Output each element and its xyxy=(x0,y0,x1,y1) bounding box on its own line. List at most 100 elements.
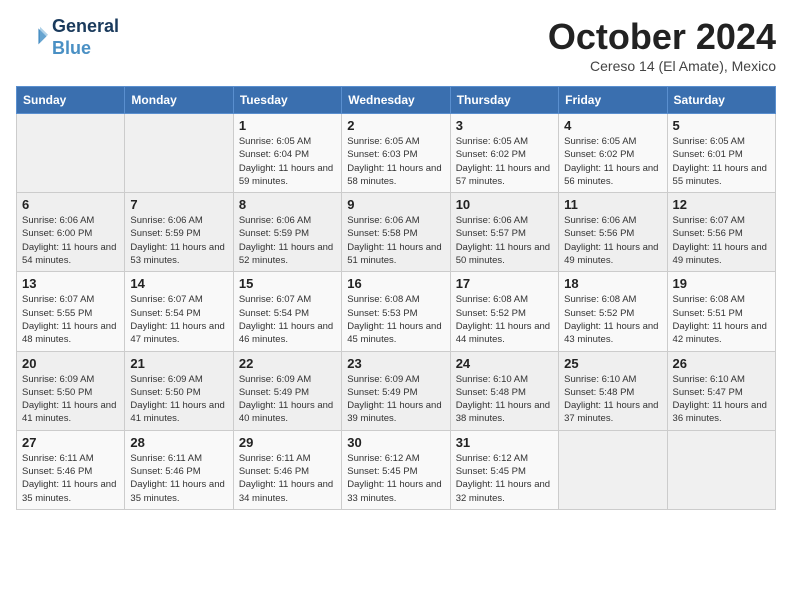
day-number: 5 xyxy=(673,118,770,133)
weekday-header: Friday xyxy=(559,87,667,114)
logo: General Blue xyxy=(16,16,119,59)
weekday-header: Tuesday xyxy=(233,87,341,114)
day-number: 12 xyxy=(673,197,770,212)
day-number: 15 xyxy=(239,276,336,291)
calendar-cell: 15 Sunrise: 6:07 AM Sunset: 5:54 PM Dayli… xyxy=(233,272,341,351)
calendar-cell: 8 Sunrise: 6:06 AM Sunset: 5:59 PM Daylig… xyxy=(233,193,341,272)
calendar-cell: 10 Sunrise: 6:06 AM Sunset: 5:57 PM Dayli… xyxy=(450,193,558,272)
day-info: Sunrise: 6:05 AM Sunset: 6:01 PM Dayligh… xyxy=(673,135,770,188)
day-info: Sunrise: 6:07 AM Sunset: 5:55 PM Dayligh… xyxy=(22,293,119,346)
weekday-header: Saturday xyxy=(667,87,775,114)
calendar-table: SundayMondayTuesdayWednesdayThursdayFrid… xyxy=(16,86,776,510)
calendar-week-row: 6 Sunrise: 6:06 AM Sunset: 6:00 PM Daylig… xyxy=(17,193,776,272)
day-info: Sunrise: 6:06 AM Sunset: 5:59 PM Dayligh… xyxy=(239,214,336,267)
calendar-cell: 5 Sunrise: 6:05 AM Sunset: 6:01 PM Daylig… xyxy=(667,114,775,193)
day-number: 11 xyxy=(564,197,661,212)
calendar-week-row: 27Sunrise: 6:11 AM Sunset: 5:46 PM Dayli… xyxy=(17,430,776,509)
calendar-cell: 7 Sunrise: 6:06 AM Sunset: 5:59 PM Daylig… xyxy=(125,193,233,272)
logo-icon xyxy=(16,22,48,54)
day-number: 18 xyxy=(564,276,661,291)
day-number: 31 xyxy=(456,435,553,450)
day-number: 1 xyxy=(239,118,336,133)
calendar-cell: 25 Sunrise: 6:10 AM Sunset: 5:48 PM Dayli… xyxy=(559,351,667,430)
day-info: Sunrise: 6:10 AM Sunset: 5:47 PM Dayligh… xyxy=(673,373,770,426)
day-info: Sunrise: 6:06 AM Sunset: 5:56 PM Dayligh… xyxy=(564,214,661,267)
day-info: Sunrise: 6:11 AM Sunset: 5:46 PM Dayligh… xyxy=(239,452,336,505)
day-info: Sunrise: 6:07 AM Sunset: 5:56 PM Dayligh… xyxy=(673,214,770,267)
calendar-cell: 11 Sunrise: 6:06 AM Sunset: 5:56 PM Dayli… xyxy=(559,193,667,272)
calendar-cell: 3 Sunrise: 6:05 AM Sunset: 6:02 PM Daylig… xyxy=(450,114,558,193)
day-info: Sunrise: 6:12 AM Sunset: 5:45 PM Dayligh… xyxy=(456,452,553,505)
day-number: 13 xyxy=(22,276,119,291)
calendar-cell: 28Sunrise: 6:11 AM Sunset: 5:46 PM Dayli… xyxy=(125,430,233,509)
day-info: Sunrise: 6:05 AM Sunset: 6:04 PM Dayligh… xyxy=(239,135,336,188)
calendar-cell: 26 Sunrise: 6:10 AM Sunset: 5:47 PM Dayli… xyxy=(667,351,775,430)
calendar-week-row: 13 Sunrise: 6:07 AM Sunset: 5:55 PM Dayli… xyxy=(17,272,776,351)
day-number: 20 xyxy=(22,356,119,371)
day-info: Sunrise: 6:06 AM Sunset: 5:59 PM Dayligh… xyxy=(130,214,227,267)
day-info: Sunrise: 6:11 AM Sunset: 5:46 PM Dayligh… xyxy=(130,452,227,505)
calendar-week-row: 1 Sunrise: 6:05 AM Sunset: 6:04 PM Daylig… xyxy=(17,114,776,193)
weekday-header: Sunday xyxy=(17,87,125,114)
day-info: Sunrise: 6:06 AM Sunset: 6:00 PM Dayligh… xyxy=(22,214,119,267)
day-info: Sunrise: 6:10 AM Sunset: 5:48 PM Dayligh… xyxy=(456,373,553,426)
weekday-header: Monday xyxy=(125,87,233,114)
day-info: Sunrise: 6:05 AM Sunset: 6:02 PM Dayligh… xyxy=(564,135,661,188)
day-info: Sunrise: 6:09 AM Sunset: 5:50 PM Dayligh… xyxy=(22,373,119,426)
calendar-cell xyxy=(667,430,775,509)
calendar-cell: 16 Sunrise: 6:08 AM Sunset: 5:53 PM Dayli… xyxy=(342,272,450,351)
day-number: 25 xyxy=(564,356,661,371)
day-number: 16 xyxy=(347,276,444,291)
day-number: 29 xyxy=(239,435,336,450)
day-number: 23 xyxy=(347,356,444,371)
day-number: 7 xyxy=(130,197,227,212)
day-number: 6 xyxy=(22,197,119,212)
calendar-cell: 2 Sunrise: 6:05 AM Sunset: 6:03 PM Daylig… xyxy=(342,114,450,193)
day-number: 17 xyxy=(456,276,553,291)
calendar-cell: 17Sunrise: 6:08 AM Sunset: 5:52 PM Dayli… xyxy=(450,272,558,351)
calendar-cell: 21Sunrise: 6:09 AM Sunset: 5:50 PM Dayli… xyxy=(125,351,233,430)
day-number: 21 xyxy=(130,356,227,371)
day-number: 30 xyxy=(347,435,444,450)
day-number: 10 xyxy=(456,197,553,212)
day-info: Sunrise: 6:11 AM Sunset: 5:46 PM Dayligh… xyxy=(22,452,119,505)
day-info: Sunrise: 6:10 AM Sunset: 5:48 PM Dayligh… xyxy=(564,373,661,426)
day-number: 3 xyxy=(456,118,553,133)
day-info: Sunrise: 6:08 AM Sunset: 5:52 PM Dayligh… xyxy=(564,293,661,346)
day-number: 19 xyxy=(673,276,770,291)
day-number: 24 xyxy=(456,356,553,371)
day-number: 9 xyxy=(347,197,444,212)
weekday-header: Wednesday xyxy=(342,87,450,114)
calendar-cell: 22 Sunrise: 6:09 AM Sunset: 5:49 PM Dayli… xyxy=(233,351,341,430)
day-info: Sunrise: 6:08 AM Sunset: 5:53 PM Dayligh… xyxy=(347,293,444,346)
calendar-cell: 30 Sunrise: 6:12 AM Sunset: 5:45 PM Dayli… xyxy=(342,430,450,509)
day-number: 2 xyxy=(347,118,444,133)
weekday-header-row: SundayMondayTuesdayWednesdayThursdayFrid… xyxy=(17,87,776,114)
calendar-cell: 29 Sunrise: 6:11 AM Sunset: 5:46 PM Dayli… xyxy=(233,430,341,509)
calendar-cell: 18 Sunrise: 6:08 AM Sunset: 5:52 PM Dayli… xyxy=(559,272,667,351)
calendar-cell: 12 Sunrise: 6:07 AM Sunset: 5:56 PM Dayli… xyxy=(667,193,775,272)
day-number: 8 xyxy=(239,197,336,212)
calendar-cell: 1 Sunrise: 6:05 AM Sunset: 6:04 PM Daylig… xyxy=(233,114,341,193)
day-info: Sunrise: 6:07 AM Sunset: 5:54 PM Dayligh… xyxy=(239,293,336,346)
calendar-cell: 31 Sunrise: 6:12 AM Sunset: 5:45 PM Dayli… xyxy=(450,430,558,509)
page-header: General Blue October 2024 Cereso 14 (El … xyxy=(16,16,776,74)
location-subtitle: Cereso 14 (El Amate), Mexico xyxy=(548,58,776,74)
day-number: 22 xyxy=(239,356,336,371)
calendar-cell: 13 Sunrise: 6:07 AM Sunset: 5:55 PM Dayli… xyxy=(17,272,125,351)
day-info: Sunrise: 6:09 AM Sunset: 5:49 PM Dayligh… xyxy=(347,373,444,426)
day-info: Sunrise: 6:05 AM Sunset: 6:03 PM Dayligh… xyxy=(347,135,444,188)
day-info: Sunrise: 6:05 AM Sunset: 6:02 PM Dayligh… xyxy=(456,135,553,188)
day-number: 26 xyxy=(673,356,770,371)
calendar-week-row: 20 Sunrise: 6:09 AM Sunset: 5:50 PM Dayli… xyxy=(17,351,776,430)
day-info: Sunrise: 6:07 AM Sunset: 5:54 PM Dayligh… xyxy=(130,293,227,346)
calendar-cell xyxy=(17,114,125,193)
weekday-header: Thursday xyxy=(450,87,558,114)
day-info: Sunrise: 6:12 AM Sunset: 5:45 PM Dayligh… xyxy=(347,452,444,505)
day-info: Sunrise: 6:06 AM Sunset: 5:57 PM Dayligh… xyxy=(456,214,553,267)
day-info: Sunrise: 6:09 AM Sunset: 5:49 PM Dayligh… xyxy=(239,373,336,426)
logo-text: General Blue xyxy=(52,16,119,59)
calendar-cell: 4Sunrise: 6:05 AM Sunset: 6:02 PM Daylig… xyxy=(559,114,667,193)
calendar-cell: 27Sunrise: 6:11 AM Sunset: 5:46 PM Dayli… xyxy=(17,430,125,509)
calendar-cell: 9Sunrise: 6:06 AM Sunset: 5:58 PM Daylig… xyxy=(342,193,450,272)
